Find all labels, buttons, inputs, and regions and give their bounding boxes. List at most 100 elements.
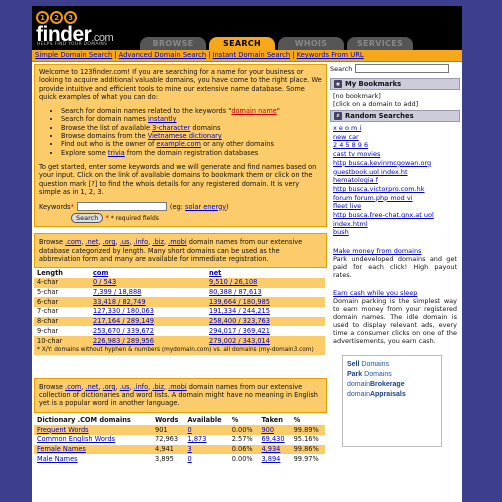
subnav-instant-search[interactable]: Instant Domain Search — [212, 51, 290, 59]
cell[interactable]: 0 / 543 — [90, 278, 206, 288]
cell[interactable]: 900 — [258, 425, 291, 436]
cell[interactable]: 9,510 / 26,108 — [206, 278, 325, 288]
random-search-link[interactable]: guestbook.uol index.ht — [333, 168, 408, 176]
column-header-com[interactable]: com — [93, 269, 108, 277]
random-search-link[interactable]: forum forum.php mod vi — [333, 194, 413, 202]
random-search-link[interactable]: fleet live — [333, 202, 361, 210]
tld-link-net[interactable]: .net — [86, 383, 99, 391]
example-link-trivia[interactable]: trivia — [108, 149, 125, 157]
subnav-advanced-search[interactable]: Advanced Domain Search — [119, 51, 207, 59]
tld-link-org[interactable]: .org — [103, 238, 116, 246]
example-link-3-character[interactable]: 3-character — [152, 124, 190, 132]
subnav-simple-search[interactable]: Simple Domain Search — [35, 51, 112, 59]
available-link[interactable]: 1,873 — [188, 435, 207, 443]
cell[interactable]: 80,388 / 87,613 — [206, 287, 325, 298]
available-link[interactable]: 0 — [188, 426, 192, 434]
cell[interactable]: 1,873 — [184, 435, 229, 445]
count-link[interactable]: 9,510 / 26,108 — [209, 278, 257, 286]
sidebar-search-input[interactable] — [355, 64, 450, 73]
cell[interactable]: 3 — [184, 444, 229, 455]
ad-title-link[interactable]: Make money from domains — [333, 247, 457, 255]
random-search-link[interactable]: new car — [333, 133, 359, 141]
tld-link-info[interactable]: .info — [134, 383, 148, 391]
cell[interactable]: 127,330 / 180,063 — [90, 307, 206, 317]
tld-link-us[interactable]: .us — [120, 383, 130, 391]
tld-link-mobi[interactable]: .mobi — [168, 383, 187, 391]
keywords-input[interactable] — [76, 202, 167, 212]
tld-link-com[interactable]: .com — [65, 383, 81, 391]
count-link[interactable]: 0 / 543 — [93, 278, 116, 286]
tab-whois[interactable]: WHOIS — [278, 37, 344, 50]
taken-link[interactable]: 69,430 — [261, 435, 284, 443]
cell[interactable]: Female Names — [34, 444, 152, 455]
random-search-link[interactable]: 2 4 5 8 9 6 — [333, 141, 368, 149]
count-link[interactable]: 191,334 / 244,215 — [209, 307, 270, 315]
tld-link-net[interactable]: .net — [86, 238, 99, 246]
example-link-domain-name[interactable]: domain name — [231, 107, 277, 115]
count-link[interactable]: 127,330 / 180,063 — [93, 307, 154, 315]
cell[interactable]: 139,664 / 180,985 — [206, 297, 325, 308]
cell[interactable]: 69,430 — [258, 435, 291, 445]
sell-domains-banner[interactable]: Sell Domains Park Domains domainBrokerag… — [342, 355, 442, 448]
cell[interactable]: Frequent Words — [34, 425, 152, 436]
tab-services[interactable]: SERVICES — [347, 37, 413, 50]
count-link[interactable]: 139,664 / 180,985 — [209, 298, 270, 306]
cell[interactable]: Male Names — [34, 454, 152, 465]
tld-link-com[interactable]: .com — [65, 238, 81, 246]
tld-link-us[interactable]: .us — [120, 238, 130, 246]
cell[interactable]: 0 — [184, 454, 229, 465]
random-search-link[interactable]: hematologia f — [333, 176, 378, 184]
dictionary-link[interactable]: Male Names — [37, 455, 78, 463]
site-logo[interactable]: 1 2 3 finder.com HELPS FIND YOUR DOMAINS — [36, 11, 140, 47]
column-header-link[interactable]: net — [206, 268, 325, 279]
cell[interactable]: 217,164 / 289,149 — [90, 316, 206, 327]
cell[interactable]: 226,983 / 289,956 — [90, 336, 206, 346]
random-search-link[interactable]: http busca.kevinmcgowan.org — [333, 159, 431, 167]
search-button[interactable]: Search — [71, 213, 104, 224]
taken-link[interactable]: 4,934 — [261, 445, 280, 453]
example-link-example-com[interactable]: example.com — [156, 140, 201, 148]
cell[interactable]: 191,334 / 244,215 — [206, 307, 325, 317]
cell[interactable]: Common English Words — [34, 435, 152, 445]
count-link[interactable]: 80,388 / 87,613 — [209, 288, 262, 296]
taken-link[interactable]: 3,894 — [261, 455, 280, 463]
dictionary-link[interactable]: Common English Words — [37, 435, 115, 443]
random-search-link[interactable]: http busca.victorpro.com.hk — [333, 185, 425, 193]
column-header-net[interactable]: net — [209, 269, 221, 277]
cell[interactable]: 4,934 — [258, 444, 291, 455]
example-link-instantly[interactable]: instantly — [148, 115, 177, 123]
cell[interactable]: 33,418 / 82,749 — [90, 297, 206, 308]
cell[interactable]: 279,002 / 343,014 — [206, 336, 325, 346]
count-link[interactable]: 294,017 / 369,421 — [209, 327, 270, 335]
taken-link[interactable]: 900 — [261, 426, 274, 434]
ad-title-link[interactable]: Earn cash while you sleep — [333, 289, 457, 297]
tld-link-biz[interactable]: .biz — [152, 238, 164, 246]
count-link[interactable]: 253,670 / 339,672 — [93, 327, 154, 335]
count-link[interactable]: 226,983 / 289,956 — [93, 337, 154, 345]
tld-link-biz[interactable]: .biz — [152, 383, 164, 391]
cell[interactable]: 3,894 — [258, 454, 291, 465]
cell[interactable]: 253,670 / 339,672 — [90, 326, 206, 337]
tld-link-org[interactable]: .org — [103, 383, 116, 391]
random-search-link[interactable]: bush — [333, 228, 349, 236]
cell[interactable]: 294,017 / 369,421 — [206, 326, 325, 337]
count-link[interactable]: 258,400 / 323,763 — [209, 317, 270, 325]
tld-link-info[interactable]: .info — [134, 238, 148, 246]
dictionary-link[interactable]: Frequent Words — [37, 426, 89, 434]
available-link[interactable]: 0 — [188, 455, 192, 463]
count-link[interactable]: 217,164 / 289,149 — [93, 317, 154, 325]
count-link[interactable]: 7,399 / 18,888 — [93, 288, 141, 296]
subnav-keywords-from-url[interactable]: Keywords From URL — [296, 51, 363, 59]
tab-browse[interactable]: BROWSE — [140, 37, 206, 50]
example-link-vietnamese-dictionary[interactable]: Vietnamese dictionary — [148, 132, 222, 140]
cell[interactable]: 258,400 / 323,763 — [206, 316, 325, 327]
cell[interactable]: 7,399 / 18,888 — [90, 287, 206, 298]
random-search-link[interactable]: http busca.free-chat.gnx.at uol — [333, 211, 434, 219]
tld-link-mobi[interactable]: .mobi — [168, 238, 187, 246]
tab-search[interactable]: SEARCH — [209, 37, 275, 50]
cell[interactable]: 0 — [184, 425, 229, 436]
dictionary-link[interactable]: Female Names — [37, 445, 86, 453]
count-link[interactable]: 279,002 / 343,014 — [209, 337, 270, 345]
column-header-link[interactable]: com — [90, 268, 206, 279]
random-search-link[interactable]: index.html — [333, 220, 368, 228]
